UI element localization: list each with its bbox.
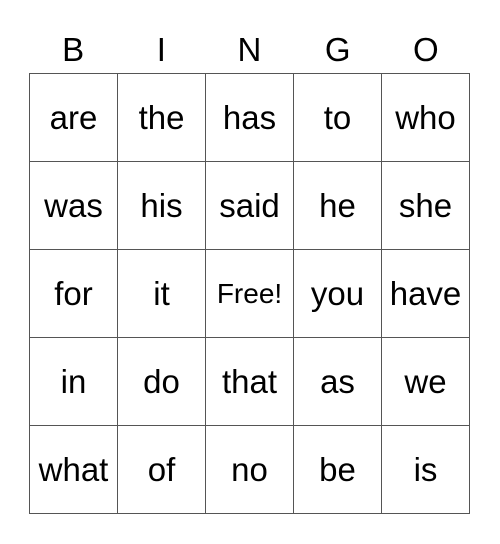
free-space-cell: Free! <box>206 250 294 338</box>
bingo-cell: as <box>294 338 382 426</box>
bingo-cell: it <box>118 250 206 338</box>
bingo-cell: has <box>206 74 294 162</box>
bingo-cell: the <box>118 74 206 162</box>
header-letter-g: G <box>324 31 351 68</box>
bingo-cell: you <box>294 250 382 338</box>
bingo-cell: said <box>206 162 294 250</box>
header-letter-n: N <box>237 31 262 68</box>
header-letter-i: I <box>156 31 166 68</box>
bingo-cell: are <box>30 74 118 162</box>
bingo-cell: of <box>118 426 206 514</box>
bingo-cell: in <box>30 338 118 426</box>
bingo-cell: was <box>30 162 118 250</box>
bingo-cell: he <box>294 162 382 250</box>
bingo-cell: that <box>206 338 294 426</box>
header-letter-b: B <box>62 31 85 68</box>
bingo-cell: for <box>30 250 118 338</box>
bingo-cell: is <box>382 426 470 514</box>
header-letter-o: O <box>413 31 439 68</box>
bingo-cell: do <box>118 338 206 426</box>
bingo-header: B I N G O <box>29 30 470 70</box>
bingo-cell: what <box>30 426 118 514</box>
bingo-cell: she <box>382 162 470 250</box>
bingo-cell: who <box>382 74 470 162</box>
bingo-grid: are the has to who was his said he she f… <box>29 73 470 514</box>
bingo-cell: be <box>294 426 382 514</box>
bingo-cell: his <box>118 162 206 250</box>
bingo-cell: have <box>382 250 470 338</box>
bingo-cell: we <box>382 338 470 426</box>
bingo-cell: no <box>206 426 294 514</box>
bingo-cell: to <box>294 74 382 162</box>
